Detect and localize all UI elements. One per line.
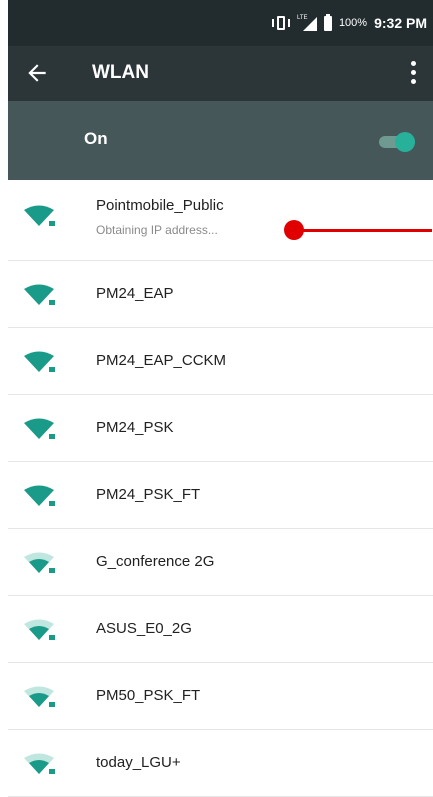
network-row[interactable]: G_conference 2G [8, 529, 433, 596]
left-margin [0, 0, 8, 771]
battery-percent: 100% [338, 17, 368, 29]
network-name: PM24_PSK [96, 419, 174, 436]
network-name: PM24_EAP_CCKM [96, 352, 227, 369]
network-name: PM50_PSK_FT [96, 687, 201, 704]
network-name: today_LGU+ [96, 754, 181, 771]
back-button[interactable] [24, 60, 50, 86]
network-row[interactable]: today_LGU+ [8, 730, 433, 797]
network-name: G_conference 2G [96, 553, 215, 570]
wifi-toggle[interactable] [379, 132, 415, 152]
network-name: PM24_PSK_FT [96, 486, 201, 503]
signal-icon: LTE [297, 15, 317, 31]
wifi-strong-lock-icon [24, 351, 55, 372]
network-status: Obtaining IP address... [96, 223, 218, 237]
network-row[interactable]: PM24_PSK [8, 395, 433, 462]
status-bar: LTE 100% 9:32 PM [8, 0, 433, 46]
wifi-switch-label: On [84, 129, 108, 148]
network-name: PM24_EAP [96, 285, 174, 302]
more-options-button[interactable] [411, 61, 417, 85]
clock: 9:32 PM [374, 15, 427, 31]
network-row[interactable]: PM24_EAP [8, 261, 433, 328]
page-title: WLAN [92, 62, 149, 83]
wifi-strong-lock-icon [24, 418, 55, 439]
annotation-line [300, 229, 432, 232]
network-list: Pointmobile_Public Obtaining IP address.… [8, 180, 433, 797]
network-row[interactable]: PM50_PSK_FT [8, 663, 433, 730]
app-toolbar: WLAN [8, 46, 433, 101]
wifi-medium-lock-icon [24, 753, 55, 774]
network-row[interactable]: ASUS_E0_2G [8, 596, 433, 663]
wifi-strong-lock-icon [24, 205, 55, 226]
wifi-strong-lock-icon [24, 284, 55, 305]
battery-icon [323, 13, 332, 31]
network-row[interactable]: PM24_PSK_FT [8, 462, 433, 529]
wifi-strong-lock-icon [24, 485, 55, 506]
wifi-medium-lock-icon [24, 686, 55, 707]
vibrate-icon [271, 15, 290, 31]
status-icons: LTE 100% 9:32 PM [271, 13, 427, 32]
wifi-medium-lock-icon [24, 619, 55, 640]
network-name: Pointmobile_Public [96, 197, 224, 214]
arrow-left-icon [28, 64, 46, 82]
wifi-medium-lock-icon [24, 552, 55, 573]
annotation-pointer [284, 218, 432, 242]
network-name: ASUS_E0_2G [96, 620, 192, 637]
more-vert-icon [411, 61, 416, 66]
network-row[interactable]: PM24_EAP_CCKM [8, 328, 433, 395]
wifi-switch-bar[interactable]: On [8, 101, 433, 180]
